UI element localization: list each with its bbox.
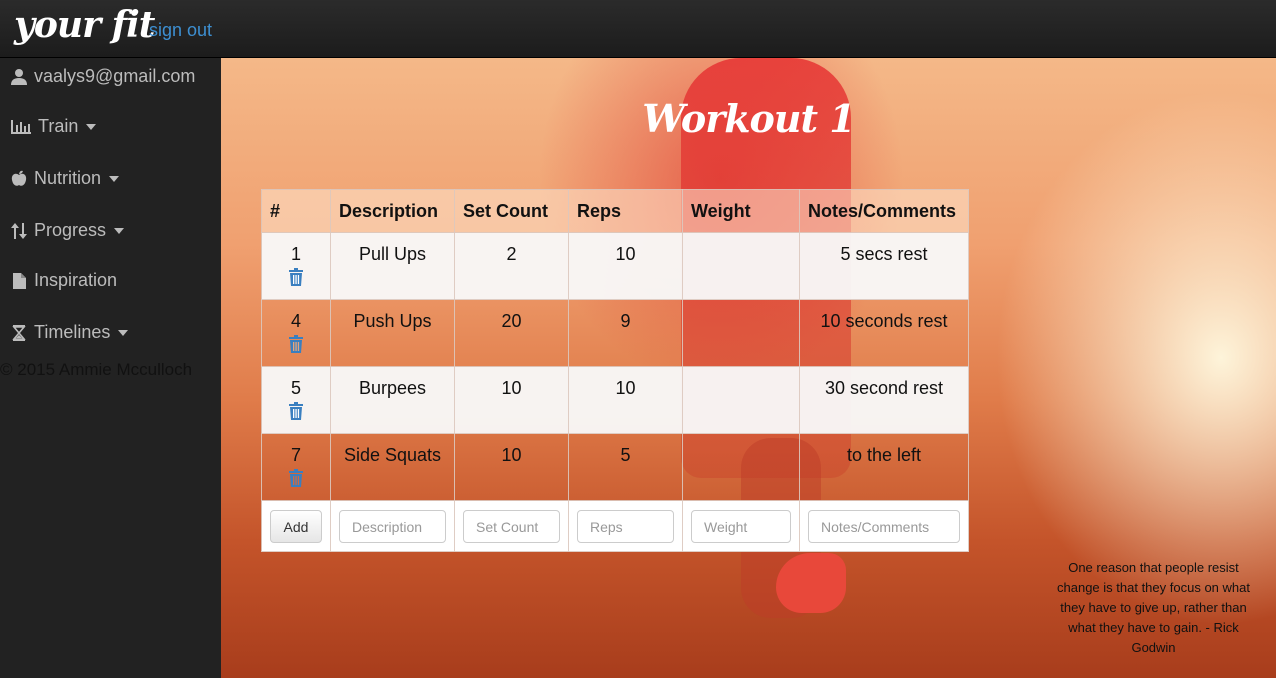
sidebar-item-train[interactable]: Train <box>10 116 97 137</box>
hourglass-icon <box>12 324 26 341</box>
workout-table: # Description Set Count Reps Weight Note… <box>261 189 969 552</box>
trash-icon[interactable] <box>288 468 304 488</box>
notes-cell: 10 seconds rest <box>799 299 969 367</box>
sign-out-link[interactable]: sign out <box>149 20 212 41</box>
table-row: 4 Push Ups 20 9 10 seconds rest <box>261 299 969 367</box>
set-count-cell: 10 <box>454 433 569 501</box>
sidebar-item-label: Progress <box>34 220 107 240</box>
notes-input-cell <box>799 500 969 552</box>
sidebar-item-progress[interactable]: Progress <box>10 220 125 241</box>
column-header: Reps <box>568 189 683 233</box>
weight-input-cell <box>682 500 800 552</box>
column-header: Set Count <box>454 189 569 233</box>
set-count-cell: 2 <box>454 232 569 300</box>
sort-icon <box>11 222 27 239</box>
sidebar-item-label: Inspiration <box>34 270 118 290</box>
caret-down-icon <box>118 329 129 336</box>
reps-cell: 10 <box>568 366 683 434</box>
add-exercise-row: Add <box>261 500 969 552</box>
reps-input-cell <box>568 500 683 552</box>
caret-down-icon <box>114 227 125 234</box>
background-runner-shoe <box>776 553 846 613</box>
notes-cell: to the left <box>799 433 969 501</box>
table-row: 1 Pull Ups 2 10 5 secs rest <box>261 232 969 300</box>
row-number: 7 <box>290 445 301 465</box>
add-button-cell: Add <box>261 500 331 552</box>
description-cell: Side Squats <box>330 433 455 501</box>
row-number-cell: 4 <box>261 299 331 367</box>
top-navbar: your fit sign out <box>0 0 1276 58</box>
trash-icon[interactable] <box>288 334 304 354</box>
sidebar: vaalys9@gmail.com Train Nutrition Progre… <box>0 58 221 678</box>
main-content: Workout 1 # Description Set Count Reps W… <box>221 58 1276 678</box>
weight-cell <box>682 366 800 434</box>
set-count-input-cell <box>454 500 569 552</box>
row-number-cell: 1 <box>261 232 331 300</box>
copyright: © 2015 Ammie Mcculloch <box>0 360 193 379</box>
trash-icon[interactable] <box>288 401 304 421</box>
set-count-cell: 10 <box>454 366 569 434</box>
user-icon <box>11 68 27 85</box>
reps-cell: 10 <box>568 232 683 300</box>
set-count-input[interactable] <box>463 510 560 543</box>
set-count-cell: 20 <box>454 299 569 367</box>
bar-chart-icon <box>11 119 31 134</box>
caret-down-icon <box>109 175 120 182</box>
description-cell: Burpees <box>330 366 455 434</box>
sidebar-item-timelines[interactable]: Timelines <box>10 322 129 343</box>
description-input[interactable] <box>339 510 446 543</box>
reps-cell: 5 <box>568 433 683 501</box>
notes-cell: 5 secs rest <box>799 232 969 300</box>
column-header: Notes/Comments <box>799 189 969 233</box>
sidebar-item-nutrition[interactable]: Nutrition <box>10 168 120 189</box>
add-button[interactable]: Add <box>270 510 322 543</box>
weight-input[interactable] <box>691 510 791 543</box>
file-icon <box>13 272 26 289</box>
description-cell: Pull Ups <box>330 232 455 300</box>
reps-cell: 9 <box>568 299 683 367</box>
description-cell: Push Ups <box>330 299 455 367</box>
trash-icon[interactable] <box>288 267 304 287</box>
page-title: Workout 1 <box>642 96 855 141</box>
brand-logo[interactable]: your fit <box>14 4 155 46</box>
notes-cell: 30 second rest <box>799 366 969 434</box>
table-row: 5 Burpees 10 10 30 second rest <box>261 366 969 434</box>
weight-cell <box>682 299 800 367</box>
sidebar-item-label: Train <box>38 116 79 136</box>
weight-cell <box>682 232 800 300</box>
sidebar-item-label: Nutrition <box>34 168 102 188</box>
column-header: Weight <box>682 189 800 233</box>
apple-icon <box>11 170 27 186</box>
table-row: 7 Side Squats 10 5 to the left <box>261 433 969 501</box>
row-number: 4 <box>290 311 301 331</box>
table-header-row: # Description Set Count Reps Weight Note… <box>261 189 969 233</box>
column-header: # <box>261 189 331 233</box>
caret-down-icon <box>86 123 97 130</box>
row-number-cell: 5 <box>261 366 331 434</box>
user-email: vaalys9@gmail.com <box>34 66 196 86</box>
sidebar-user[interactable]: vaalys9@gmail.com <box>10 66 195 87</box>
reps-input[interactable] <box>577 510 674 543</box>
inspiration-quote: One reason that people resist change is … <box>1057 560 1250 655</box>
sidebar-item-label: Timelines <box>34 322 111 342</box>
description-input-cell <box>330 500 455 552</box>
notes-input[interactable] <box>808 510 960 543</box>
weight-cell <box>682 433 800 501</box>
sidebar-item-inspiration[interactable]: Inspiration <box>10 270 117 291</box>
row-number: 5 <box>290 378 301 398</box>
row-number: 1 <box>290 244 301 264</box>
column-header: Description <box>330 189 455 233</box>
row-number-cell: 7 <box>261 433 331 501</box>
